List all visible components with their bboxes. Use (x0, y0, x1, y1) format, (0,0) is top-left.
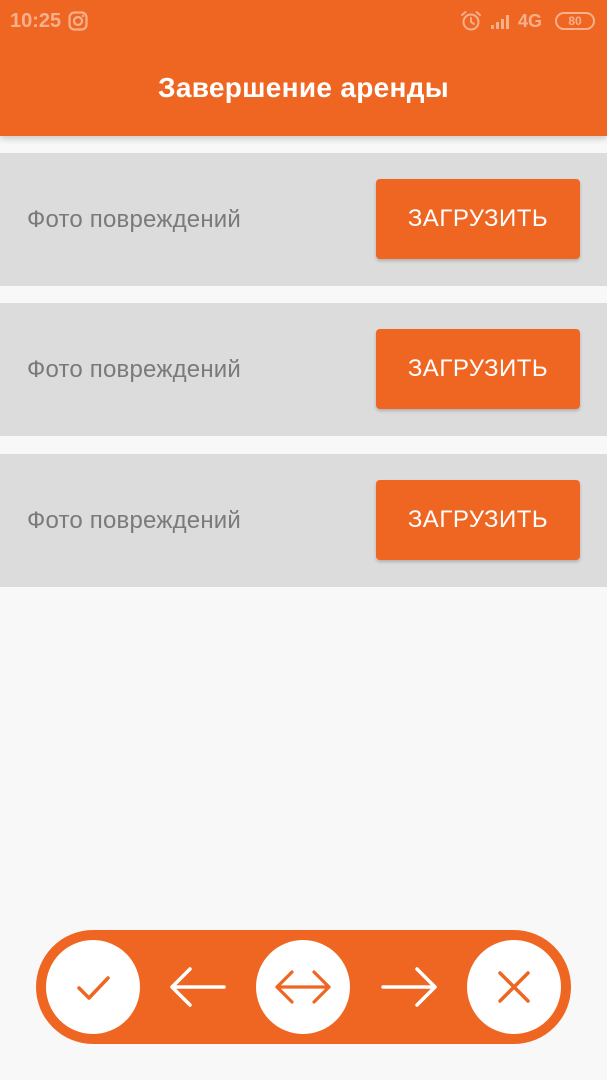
previous-button[interactable] (166, 955, 230, 1019)
battery-indicator: 80 (555, 12, 595, 30)
instagram-icon (68, 11, 88, 31)
upload-button[interactable]: ЗАГРУЗИТЬ (376, 329, 580, 409)
status-bar: 10:25 4G 80 (0, 0, 607, 44)
check-icon (77, 976, 110, 1000)
arrow-right-icon (381, 967, 437, 1007)
row-label: Фото повреждений (27, 355, 241, 383)
upload-row-3: Фото повреждений ЗАГРУЗИТЬ (0, 454, 607, 587)
upload-row-1: Фото повреждений ЗАГРУЗИТЬ (0, 153, 607, 286)
confirm-button[interactable] (46, 940, 140, 1034)
row-label: Фото повреждений (27, 506, 241, 534)
upload-row-2: Фото повреждений ЗАГРУЗИТЬ (0, 303, 607, 436)
row-label: Фото повреждений (27, 205, 241, 233)
screen: 10:25 4G 80 Завершение аренды Фото повре… (0, 0, 607, 1080)
close-icon (498, 971, 530, 1003)
upload-button[interactable]: ЗАГРУЗИТЬ (376, 480, 580, 560)
swap-button[interactable] (256, 940, 350, 1034)
upload-button[interactable]: ЗАГРУЗИТЬ (376, 179, 580, 259)
bottom-toolbar (36, 930, 571, 1044)
page-title: Завершение аренды (158, 72, 449, 103)
alarm-icon (461, 11, 481, 31)
app-bar: 10:25 4G 80 Завершение аренды (0, 0, 607, 136)
next-button[interactable] (377, 955, 441, 1019)
arrow-left-right-icon (275, 970, 331, 1004)
cancel-button[interactable] (467, 940, 561, 1034)
network-type: 4G (518, 11, 543, 31)
signal-icon (491, 15, 509, 29)
arrow-left-icon (170, 967, 226, 1007)
status-time: 10:25 (10, 10, 62, 32)
